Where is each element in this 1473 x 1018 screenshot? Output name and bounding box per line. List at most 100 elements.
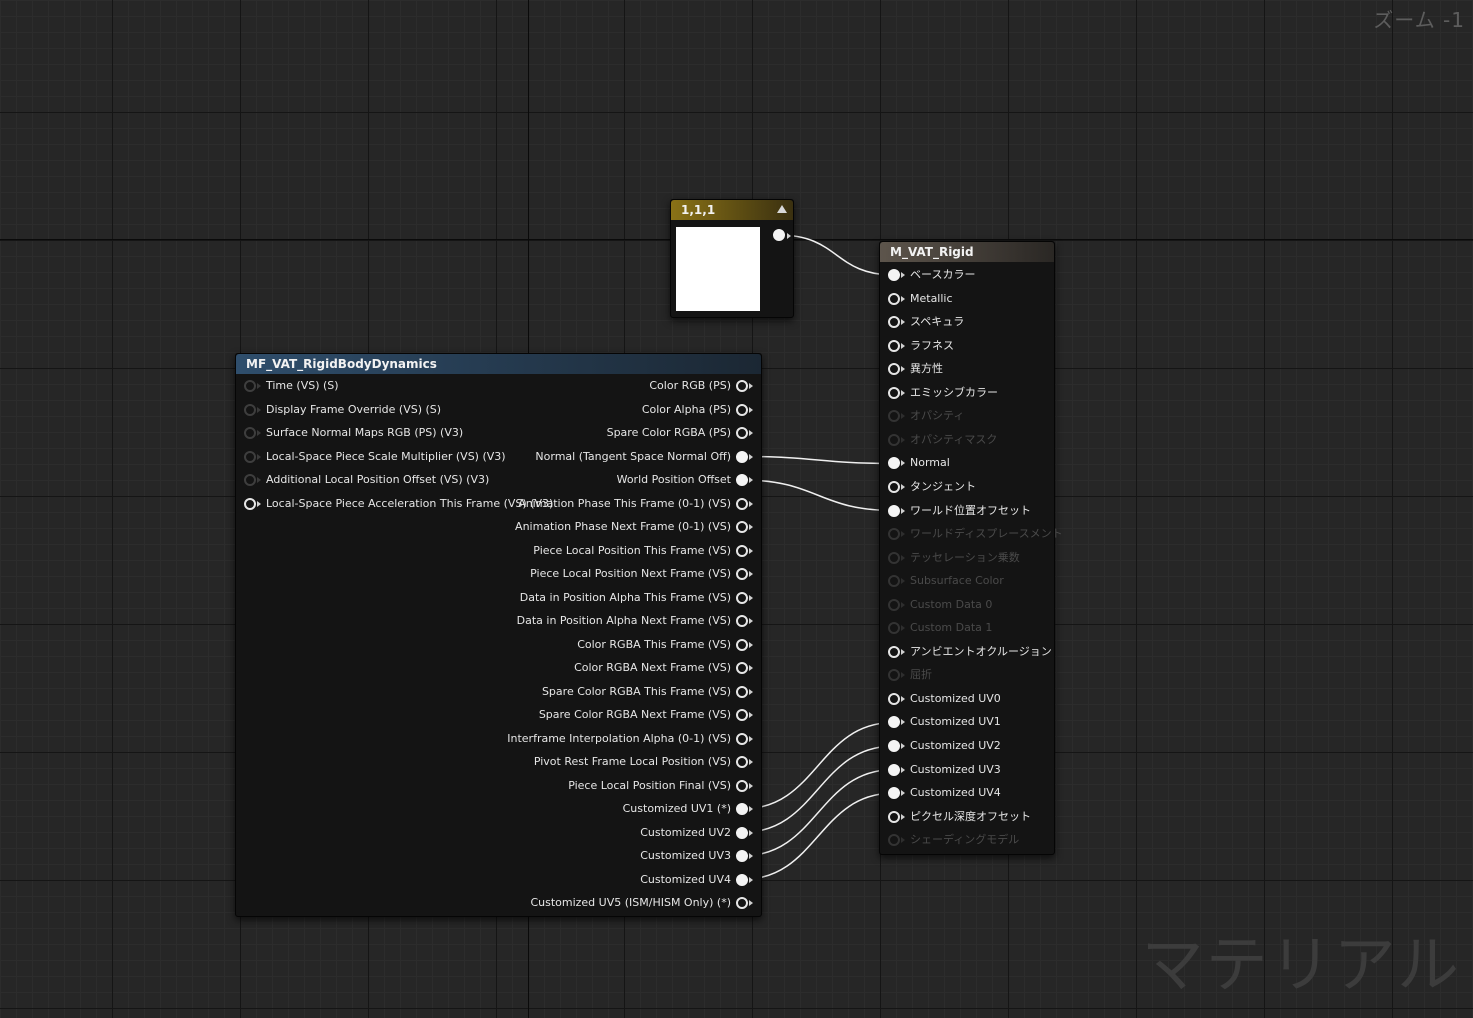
pin-circle-icon[interactable] — [244, 450, 256, 463]
pin-circle-icon[interactable] — [736, 497, 748, 510]
function-output-18[interactable]: Customized UV1 (*) — [623, 799, 753, 819]
material-input-6[interactable]: オパシティ — [888, 406, 964, 426]
material-input-5[interactable]: エミッシブカラー — [888, 383, 998, 403]
pin-circle-icon[interactable] — [736, 850, 748, 862]
pin-circle-icon[interactable] — [736, 685, 748, 698]
pin-circle-icon[interactable] — [736, 662, 748, 674]
pin-circle-icon[interactable] — [736, 615, 748, 627]
material-input-10[interactable]: ワールド位置オフセット — [888, 501, 1031, 521]
material-input-4[interactable]: 異方性 — [888, 359, 943, 379]
material-input-14[interactable]: Custom Data 0 — [888, 595, 992, 615]
material-result-node[interactable]: M_VAT_Rigid ベースカラー Metallic スペキュラ ラフネス 異方性 エミ… — [879, 241, 1063, 855]
function-output-8[interactable]: Piece Local Position Next Frame (VS) — [530, 564, 753, 584]
pin-circle-icon[interactable] — [888, 716, 900, 729]
output-pin[interactable] — [773, 229, 785, 241]
connection-wire[interactable] — [741, 721, 895, 810]
function-output-12[interactable]: Color RGBA Next Frame (VS) — [574, 658, 753, 678]
pin-circle-icon[interactable] — [888, 316, 900, 329]
function-output-14[interactable]: Spare Color RGBA Next Frame (VS) — [539, 705, 753, 725]
function-output-11[interactable]: Color RGBA This Frame (VS) — [577, 635, 753, 655]
connection-wire[interactable] — [741, 792, 895, 881]
material-input-0[interactable]: ベースカラー — [888, 265, 975, 285]
pin-circle-icon[interactable] — [736, 873, 748, 886]
collapse-arrow-icon[interactable] — [777, 205, 787, 213]
pin-circle-icon[interactable] — [736, 380, 748, 392]
connection-wire[interactable] — [778, 234, 895, 276]
function-output-2[interactable]: Spare Color RGBA (PS) — [607, 423, 753, 443]
material-input-11[interactable]: ワールドディスプレースメント — [888, 524, 1063, 544]
function-output-13[interactable]: Spare Color RGBA This Frame (VS) — [542, 682, 753, 702]
pin-circle-icon[interactable] — [736, 638, 748, 651]
function-output-3[interactable]: Normal (Tangent Space Normal Off) — [535, 447, 753, 467]
pin-circle-icon[interactable] — [888, 622, 900, 635]
pin-circle-icon[interactable] — [888, 740, 900, 752]
function-output-20[interactable]: Customized UV3 — [640, 846, 753, 866]
material-input-20[interactable]: Customized UV2 — [888, 736, 1001, 756]
pin-circle-icon[interactable] — [736, 521, 748, 533]
pin-circle-icon[interactable] — [244, 474, 256, 486]
function-output-0[interactable]: Color RGB (PS) — [649, 376, 753, 396]
material-input-3[interactable]: ラフネス — [888, 336, 954, 356]
material-input-1[interactable]: Metallic — [888, 289, 953, 309]
function-input-0[interactable]: Time (VS) (S) — [244, 376, 339, 396]
pin-circle-icon[interactable] — [888, 528, 900, 541]
pin-circle-icon[interactable] — [888, 834, 900, 847]
material-input-22[interactable]: Customized UV4 — [888, 783, 1001, 803]
function-output-17[interactable]: Piece Local Position Final (VS) — [568, 776, 753, 796]
pin-circle-icon[interactable] — [888, 363, 900, 376]
material-input-23[interactable]: ピクセル深度オフセット — [888, 807, 1031, 827]
pin-circle-icon[interactable] — [736, 709, 748, 721]
pin-circle-icon[interactable] — [888, 551, 900, 564]
pin-circle-icon[interactable] — [888, 763, 900, 776]
material-input-2[interactable]: スペキュラ — [888, 312, 964, 332]
pin-circle-icon[interactable] — [736, 779, 748, 792]
pin-circle-icon[interactable] — [888, 292, 900, 305]
material-input-8[interactable]: Normal — [888, 453, 950, 473]
pin-circle-icon[interactable] — [888, 410, 900, 423]
function-output-22[interactable]: Customized UV5 (ISM/HISM Only) (*) — [530, 893, 753, 913]
pin-circle-icon[interactable] — [888, 787, 900, 800]
pin-circle-icon[interactable] — [888, 480, 900, 493]
pin-circle-icon[interactable] — [244, 427, 256, 439]
material-input-15[interactable]: Custom Data 1 — [888, 618, 992, 638]
pin-circle-icon[interactable] — [888, 810, 900, 823]
pin-circle-icon[interactable] — [888, 645, 900, 658]
pin-circle-icon[interactable] — [736, 897, 748, 909]
pin-circle-icon[interactable] — [888, 669, 900, 682]
connection-wire[interactable] — [741, 479, 895, 512]
function-output-9[interactable]: Data in Position Alpha This Frame (VS) — [520, 588, 753, 608]
material-input-13[interactable]: Subsurface Color — [888, 571, 1004, 591]
pin-circle-icon[interactable] — [736, 826, 748, 839]
pin-circle-icon[interactable] — [736, 591, 748, 604]
material-input-12[interactable]: テッセレーション乗数 — [888, 548, 1020, 568]
material-input-16[interactable]: アンビエントオクルージョン — [888, 642, 1052, 662]
function-input-3[interactable]: Local-Space Piece Scale Multiplier (VS) … — [244, 447, 506, 467]
pin-circle-icon[interactable] — [888, 339, 900, 352]
pin-circle-icon[interactable] — [244, 380, 256, 392]
function-input-2[interactable]: Surface Normal Maps RGB (PS) (V3) — [244, 423, 463, 443]
material-input-18[interactable]: Customized UV0 — [888, 689, 1001, 709]
function-output-10[interactable]: Data in Position Alpha Next Frame (VS) — [517, 611, 753, 631]
pin-circle-icon[interactable] — [736, 450, 748, 463]
connection-wire[interactable] — [741, 745, 895, 834]
pin-circle-icon[interactable] — [736, 568, 748, 580]
pin-circle-icon[interactable] — [244, 403, 256, 416]
function-output-19[interactable]: Customized UV2 — [640, 823, 753, 843]
function-input-5[interactable]: Local-Space Piece Acceleration This Fram… — [244, 494, 553, 514]
material-input-19[interactable]: Customized UV1 — [888, 712, 1001, 732]
function-input-4[interactable]: Additional Local Position Offset (VS) (V… — [244, 470, 489, 490]
material-input-21[interactable]: Customized UV3 — [888, 760, 1001, 780]
pin-circle-icon[interactable] — [888, 504, 900, 517]
function-output-1[interactable]: Color Alpha (PS) — [642, 400, 753, 420]
function-input-1[interactable]: Display Frame Override (VS) (S) — [244, 400, 441, 420]
function-output-16[interactable]: Pivot Rest Frame Local Position (VS) — [534, 752, 753, 772]
pin-circle-icon[interactable] — [736, 403, 748, 416]
function-output-5[interactable]: Animation Phase This Frame (0-1) (VS) — [518, 494, 753, 514]
function-output-21[interactable]: Customized UV4 — [640, 870, 753, 890]
pin-circle-icon[interactable] — [888, 575, 900, 588]
connection-wire[interactable] — [741, 455, 895, 465]
pin-circle-icon[interactable] — [888, 433, 900, 446]
pin-circle-icon[interactable] — [888, 269, 900, 281]
pin-circle-icon[interactable] — [888, 598, 900, 611]
material-input-24[interactable]: シェーディングモデル — [888, 830, 1019, 850]
